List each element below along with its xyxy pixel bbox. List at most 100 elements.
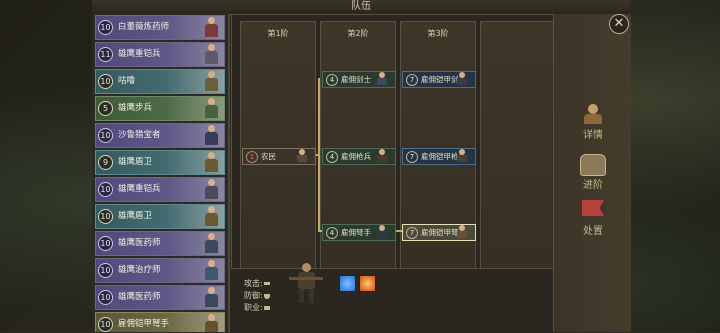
unit-level-badge: 11 [98, 47, 113, 62]
unit-list-item[interactable]: 10 雄鹰医药师 [95, 285, 225, 310]
unit-portrait-icon [200, 97, 222, 119]
unit-list[interactable]: 10 白董薇炼药师 11 雄鹰重铠兵 10 咕噜 5 雄鹰步兵 10 沙鲁猎宝者 9 雄鹰盾卫 10 雄鹰… [92, 14, 230, 332]
node-level: 7 [406, 151, 418, 163]
unit-level-badge: 10 [98, 290, 113, 305]
tree-node-armored-swordsman[interactable]: 7 雇佣铠甲剑士 [402, 71, 476, 88]
tree-node-spearman[interactable]: 4 雇佣枪兵 [322, 148, 396, 165]
unit-level-badge: 10 [98, 128, 113, 143]
portrait-icon [579, 104, 607, 128]
unit-name: 雄鹰重铠兵 [118, 184, 161, 194]
unit-name: 雄鹰医药师 [118, 292, 161, 302]
unit-portrait-icon [200, 313, 222, 332]
tree-node-armored-crossbowman-selected[interactable]: 7 雇佣铠甲弩手 [402, 224, 476, 241]
unit-name: 雄鹰治疗师 [118, 265, 161, 275]
unit-info-strip: 攻击: 防御: 职业: [231, 263, 553, 333]
unit-level-badge: 9 [98, 155, 113, 170]
crossbowman-portrait-icon [375, 224, 389, 239]
unit-portrait-icon [200, 178, 222, 200]
action-panel: 详情 进阶 处置 [553, 14, 631, 332]
unit-level-badge: 10 [98, 317, 113, 332]
unit-name: 咕噜 [118, 76, 136, 86]
node-name: 雇佣枪兵 [341, 152, 371, 161]
unit-portrait-icon [200, 124, 222, 146]
unit-list-item[interactable]: 10 雄鹰医药师 [95, 231, 225, 256]
node-level: 7 [406, 227, 418, 239]
unit-portrait-icon [200, 43, 222, 65]
attack-icon [264, 282, 270, 285]
tree-node-swordsman[interactable]: 4 雇佣剑士 [322, 71, 396, 88]
unit-list-item[interactable]: 10 沙鲁猎宝者 [95, 123, 225, 148]
details-button[interactable]: 详情 [563, 102, 623, 141]
advance-button[interactable]: 进阶 [563, 152, 623, 191]
unit-portrait-icon [200, 70, 222, 92]
node-level: 1 [246, 151, 258, 163]
class-icon [264, 306, 270, 310]
unit-list-item[interactable]: 9 雄鹰盾卫 [95, 150, 225, 175]
unit-list-item[interactable]: 10 雄鹰重铠兵 [95, 177, 225, 202]
tier-header: 第3阶 [427, 29, 449, 38]
unit-name: 雄鹰医药师 [118, 238, 161, 248]
unit-list-item[interactable]: 11 雄鹰重铠兵 [95, 42, 225, 67]
close-button[interactable]: ✕ [609, 14, 629, 34]
unit-level-badge: 10 [98, 236, 113, 251]
unit-list-item[interactable]: 10 雄鹰盾卫 [95, 204, 225, 229]
unit-level-badge: 10 [98, 20, 113, 35]
banner-icon [579, 200, 607, 224]
node-name: 雇佣弩手 [341, 228, 371, 237]
tree-connector [318, 78, 320, 232]
armored-crossbowman-portrait-icon [455, 224, 469, 239]
defense-label: 防御: [244, 291, 263, 300]
tier-column-4 [480, 21, 554, 269]
unit-level-badge: 10 [98, 74, 113, 89]
attack-label: 攻击: [244, 279, 263, 288]
unit-level-badge: 10 [98, 209, 113, 224]
defense-icon [264, 294, 270, 299]
node-name: 雇佣剑士 [341, 75, 371, 84]
fire-skill-icon[interactable] [359, 275, 376, 292]
tier-column-1: 第1阶 [240, 21, 316, 269]
swordsman-portrait-icon [375, 71, 389, 86]
unit-level-badge: 5 [98, 101, 113, 116]
node-name: 农民 [261, 152, 276, 161]
tier-header: 第1阶 [267, 29, 289, 38]
unit-name: 雄鹰重铠兵 [118, 49, 161, 59]
tree-node-peasant[interactable]: 1 农民 [242, 148, 316, 165]
node-level: 4 [326, 227, 338, 239]
dispose-label: 处置 [583, 226, 603, 237]
peasant-portrait-icon [295, 148, 309, 163]
details-label: 详情 [583, 130, 603, 141]
unit-portrait-icon [200, 286, 222, 308]
unit-list-item[interactable]: 10 雇佣铠甲弩手 [95, 312, 225, 332]
window-title: 队伍 [92, 0, 630, 15]
unit-list-item[interactable]: 10 白董薇炼药师 [95, 15, 225, 40]
unit-list-item[interactable]: 5 雄鹰步兵 [95, 96, 225, 121]
unit-level-badge: 10 [98, 182, 113, 197]
selected-unit-figure-icon [289, 261, 323, 305]
unit-name: 雇佣铠甲弩手 [118, 319, 170, 329]
unit-portrait-icon [200, 259, 222, 281]
unit-name: 雄鹰盾卫 [118, 211, 153, 221]
ice-skill-icon[interactable] [339, 275, 356, 292]
unit-list-item[interactable]: 10 咕噜 [95, 69, 225, 94]
unit-portrait-icon [200, 205, 222, 227]
unit-name: 雄鹰步兵 [118, 103, 153, 113]
upgrade-tree-panel: 第1阶 第2阶 第3阶 1 农民 4 雇佣剑士 4 雇佣枪兵 4 雇佣弩手 7 … [231, 14, 555, 270]
armor-icon [579, 154, 607, 178]
armored-spearman-portrait-icon [455, 148, 469, 163]
spearman-portrait-icon [375, 148, 389, 163]
unit-list-item[interactable]: 10 雄鹰治疗师 [95, 258, 225, 283]
node-level: 7 [406, 74, 418, 86]
class-label: 职业: [244, 303, 263, 312]
unit-portrait-icon [200, 232, 222, 254]
unit-name: 雄鹰盾卫 [118, 157, 153, 167]
node-level: 4 [326, 151, 338, 163]
dispose-button[interactable]: 处置 [563, 196, 623, 237]
unit-portrait-icon [200, 151, 222, 173]
tree-node-armored-spearman[interactable]: 7 雇佣铠甲枪兵 [402, 148, 476, 165]
tier-header: 第2阶 [347, 29, 369, 38]
unit-name: 沙鲁猎宝者 [118, 130, 161, 140]
node-level: 4 [326, 74, 338, 86]
tree-node-crossbowman[interactable]: 4 雇佣弩手 [322, 224, 396, 241]
advance-label: 进阶 [583, 180, 603, 191]
armored-swordsman-portrait-icon [455, 71, 469, 86]
